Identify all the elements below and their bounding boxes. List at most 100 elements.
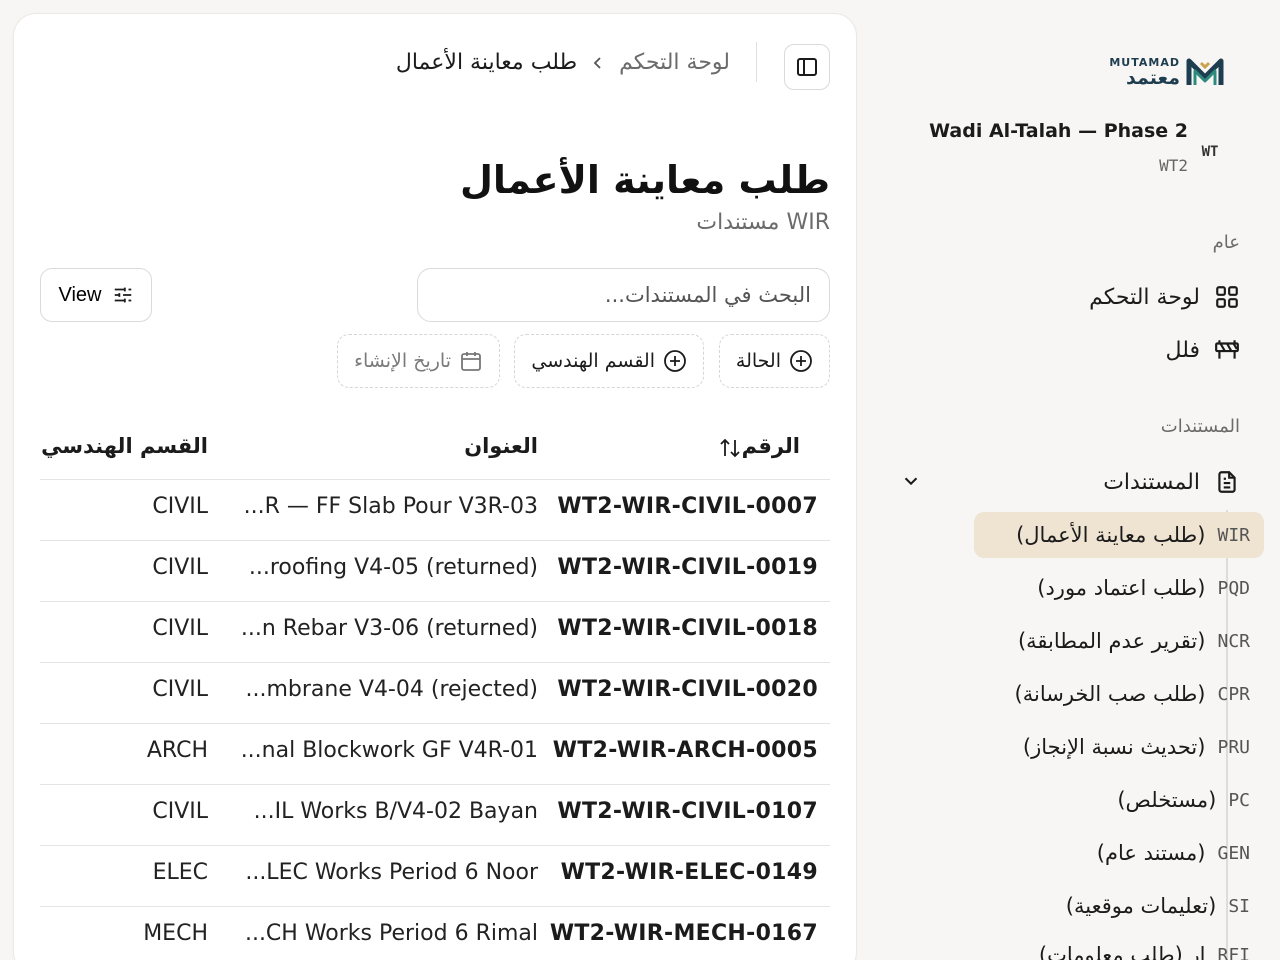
table-row[interactable]: WT2-WIR-MECH-0167 ...CH Works Period 6 R… xyxy=(40,907,830,960)
sidebar-subitem-pc[interactable]: PC (مستخلص) xyxy=(974,777,1264,823)
sidebar-item-dashboard[interactable]: لوحة التحكم xyxy=(1089,277,1240,317)
search-input[interactable] xyxy=(417,268,830,322)
cell-number: WT2-WIR-MECH-0167 xyxy=(549,921,818,946)
sidebar-group-documents[interactable]: المستندات xyxy=(900,460,1240,504)
cell-title: ...n Rebar V3-06 (returned) xyxy=(240,616,538,641)
doc-type-label: (طلب صب الخرسانة) xyxy=(1014,682,1206,706)
doc-type-label: (طلب معلومات) ار xyxy=(1038,943,1206,960)
cell-number: WT2-WIR-ELEC-0149 xyxy=(560,860,818,885)
cell-title: ...CH Works Period 6 Rimal xyxy=(244,921,538,946)
table-row[interactable]: WT2-WIR-CIVIL-0018 ...n Rebar V3-06 (ret… xyxy=(40,602,830,663)
doc-type-code: SI xyxy=(1228,895,1250,917)
doc-type-label: (طلب معاينة الأعمال) xyxy=(1016,523,1206,547)
cell-title: ...LEC Works Period 6 Noor xyxy=(245,860,538,885)
documents-table: الرقم العنوان القسم الهندسي WT2-WIR-CIVI… xyxy=(40,418,830,960)
breadcrumb-current: طلب معاينة الأعمال xyxy=(395,50,578,75)
sort-arrows-icon[interactable] xyxy=(718,436,742,460)
filter-created-date-button[interactable]: تاريخ الإنشاء xyxy=(337,334,500,388)
panel-toggle-icon xyxy=(797,58,817,76)
doc-type-label: (تقرير عدم المطابقة) xyxy=(1017,629,1206,653)
cell-number: WT2-WIR-CIVIL-0007 xyxy=(557,494,818,519)
doc-type-code: NCR xyxy=(1217,630,1250,652)
header-divider xyxy=(756,42,757,82)
cell-title: ...R — FF Slab Pour V3R-03 xyxy=(243,494,538,519)
chevron-left-icon xyxy=(593,56,601,69)
sidebar-subitem-rfi[interactable]: RFI (طلب معلومات) ار xyxy=(974,932,1264,960)
cell-number: WT2-WIR-CIVIL-0107 xyxy=(557,799,818,824)
table-row[interactable]: WT2-WIR-ELEC-0149 ...LEC Works Period 6 … xyxy=(40,846,830,907)
table-row[interactable]: WT2-WIR-CIVIL-0020 ...mbrane V4-04 (reje… xyxy=(40,663,830,724)
plus-circle-icon xyxy=(664,350,686,372)
sidebar-subitem-cpr[interactable]: CPR (طلب صب الخرسانة) xyxy=(974,671,1264,717)
doc-type-label: (مستند عام) xyxy=(1096,841,1206,865)
sidebar-item-label: فلل xyxy=(1165,337,1200,363)
filter-label: الحالة xyxy=(735,350,781,372)
sidebar-subitem-wir[interactable]: WIR (طلب معاينة الأعمال) xyxy=(974,512,1264,558)
column-header-number[interactable]: الرقم xyxy=(742,434,800,458)
filter-discipline-button[interactable]: القسم الهندسي xyxy=(514,334,704,388)
sidebar-subitem-si[interactable]: SI (تعليمات موقعية) xyxy=(974,883,1264,929)
sidebar-item-villas[interactable]: فلل xyxy=(1166,330,1240,370)
brand-wordmark: MUTAMAD معتمد xyxy=(1109,57,1180,88)
doc-type-code: CPR xyxy=(1217,683,1250,705)
filter-status-button[interactable]: الحالة xyxy=(718,334,830,388)
brand-name-en: MUTAMAD xyxy=(1109,55,1180,69)
sidebar: MUTAMAD معتمد WT Wadi Al-Talah — Phase 2… xyxy=(876,0,1280,960)
doc-type-code: PRU xyxy=(1217,736,1250,758)
app-root: MUTAMAD معتمد WT Wadi Al-Talah — Phase 2… xyxy=(0,0,1280,960)
cell-title: ...IL Works B/V4-02 Bayan xyxy=(253,799,538,824)
project-switcher[interactable]: WT Wadi Al-Talah — Phase 2 WT2 xyxy=(928,120,1228,184)
cell-discipline: MECH xyxy=(143,921,208,946)
sidebar-item-label: لوحة التحكم xyxy=(1089,284,1200,310)
cell-title: ...mbrane V4-04 (rejected) xyxy=(245,677,538,702)
filter-label: تاريخ الإنشاء xyxy=(354,350,451,372)
document-icon xyxy=(1218,471,1236,493)
doc-type-label: (مستخلص) xyxy=(1117,788,1217,812)
cell-title: ...nal Blockwork GF V4R-01 xyxy=(240,738,538,763)
main-panel: لوحة التحكم طلب معاينة الأعمال طلب معاين… xyxy=(14,14,856,960)
view-button-label: View xyxy=(58,283,102,306)
doc-type-code: RFI xyxy=(1217,944,1250,960)
sidebar-subitem-gen[interactable]: GEN (مستند عام) xyxy=(974,830,1264,876)
table-header: الرقم العنوان القسم الهندسي xyxy=(40,418,830,480)
section-label-general: عام xyxy=(1212,232,1240,253)
sidebar-subitem-pqd[interactable]: PQD (طلب اعتماد مورد) xyxy=(974,565,1264,611)
cell-discipline: CIVIL xyxy=(152,799,208,824)
cell-discipline: CIVIL xyxy=(152,677,208,702)
table-row[interactable]: WT2-WIR-CIVIL-0107 ...IL Works B/V4-02 B… xyxy=(40,785,830,846)
doc-type-label: (تحديث نسبة الإنجاز) xyxy=(1022,735,1206,759)
table-row[interactable]: WT2-WIR-ARCH-0005 ...nal Blockwork GF V4… xyxy=(40,724,830,785)
view-options-button[interactable]: View xyxy=(40,268,152,322)
chevron-down-icon[interactable] xyxy=(900,470,922,492)
doc-type-label: (طلب اعتماد مورد) xyxy=(1037,576,1206,600)
brand-mark-icon xyxy=(1186,58,1224,85)
page-title: طلب معاينة الأعمال xyxy=(459,158,830,202)
sidebar-toggle-button[interactable] xyxy=(784,44,830,90)
page-subtitle: مستندات WIR xyxy=(696,210,830,235)
cell-title: ...roofing V4-05 (returned) xyxy=(248,555,538,580)
section-label-documents: المستندات xyxy=(1160,416,1240,437)
project-badge: WT xyxy=(1201,144,1219,160)
column-header-discipline[interactable]: القسم الهندسي xyxy=(41,434,208,458)
sidebar-subitem-pru[interactable]: PRU (تحديث نسبة الإنجاز) xyxy=(974,724,1264,770)
column-header-title[interactable]: العنوان xyxy=(464,434,538,458)
cell-number: WT2-WIR-CIVIL-0020 xyxy=(557,677,818,702)
cell-discipline: CIVIL xyxy=(152,494,208,519)
cell-number: WT2-WIR-ARCH-0005 xyxy=(552,738,818,763)
doc-type-label: (تعليمات موقعية) xyxy=(1065,894,1217,918)
project-code: WT2 xyxy=(1159,156,1188,175)
breadcrumb-link-dashboard[interactable]: لوحة التحكم xyxy=(619,50,730,75)
table-row[interactable]: WT2-WIR-CIVIL-0007 ...R — FF Slab Pour V… xyxy=(40,480,830,541)
sidebar-subitem-ncr[interactable]: NCR (تقرير عدم المطابقة) xyxy=(974,618,1264,664)
table-row[interactable]: WT2-WIR-CIVIL-0019 ...roofing V4-05 (ret… xyxy=(40,541,830,602)
sliders-icon xyxy=(114,287,131,303)
cell-discipline: ELEC xyxy=(152,860,208,885)
cell-number: WT2-WIR-CIVIL-0018 xyxy=(557,616,818,641)
sidebar-group-label: المستندات xyxy=(1103,469,1200,495)
cell-discipline: CIVIL xyxy=(152,616,208,641)
breadcrumb: لوحة التحكم طلب معاينة الأعمال xyxy=(396,50,730,75)
brand-logo[interactable]: MUTAMAD معتمد xyxy=(1104,52,1224,92)
cell-number: WT2-WIR-CIVIL-0019 xyxy=(557,555,818,580)
doc-type-code: WIR xyxy=(1217,524,1250,546)
filter-label: القسم الهندسي xyxy=(531,350,655,372)
